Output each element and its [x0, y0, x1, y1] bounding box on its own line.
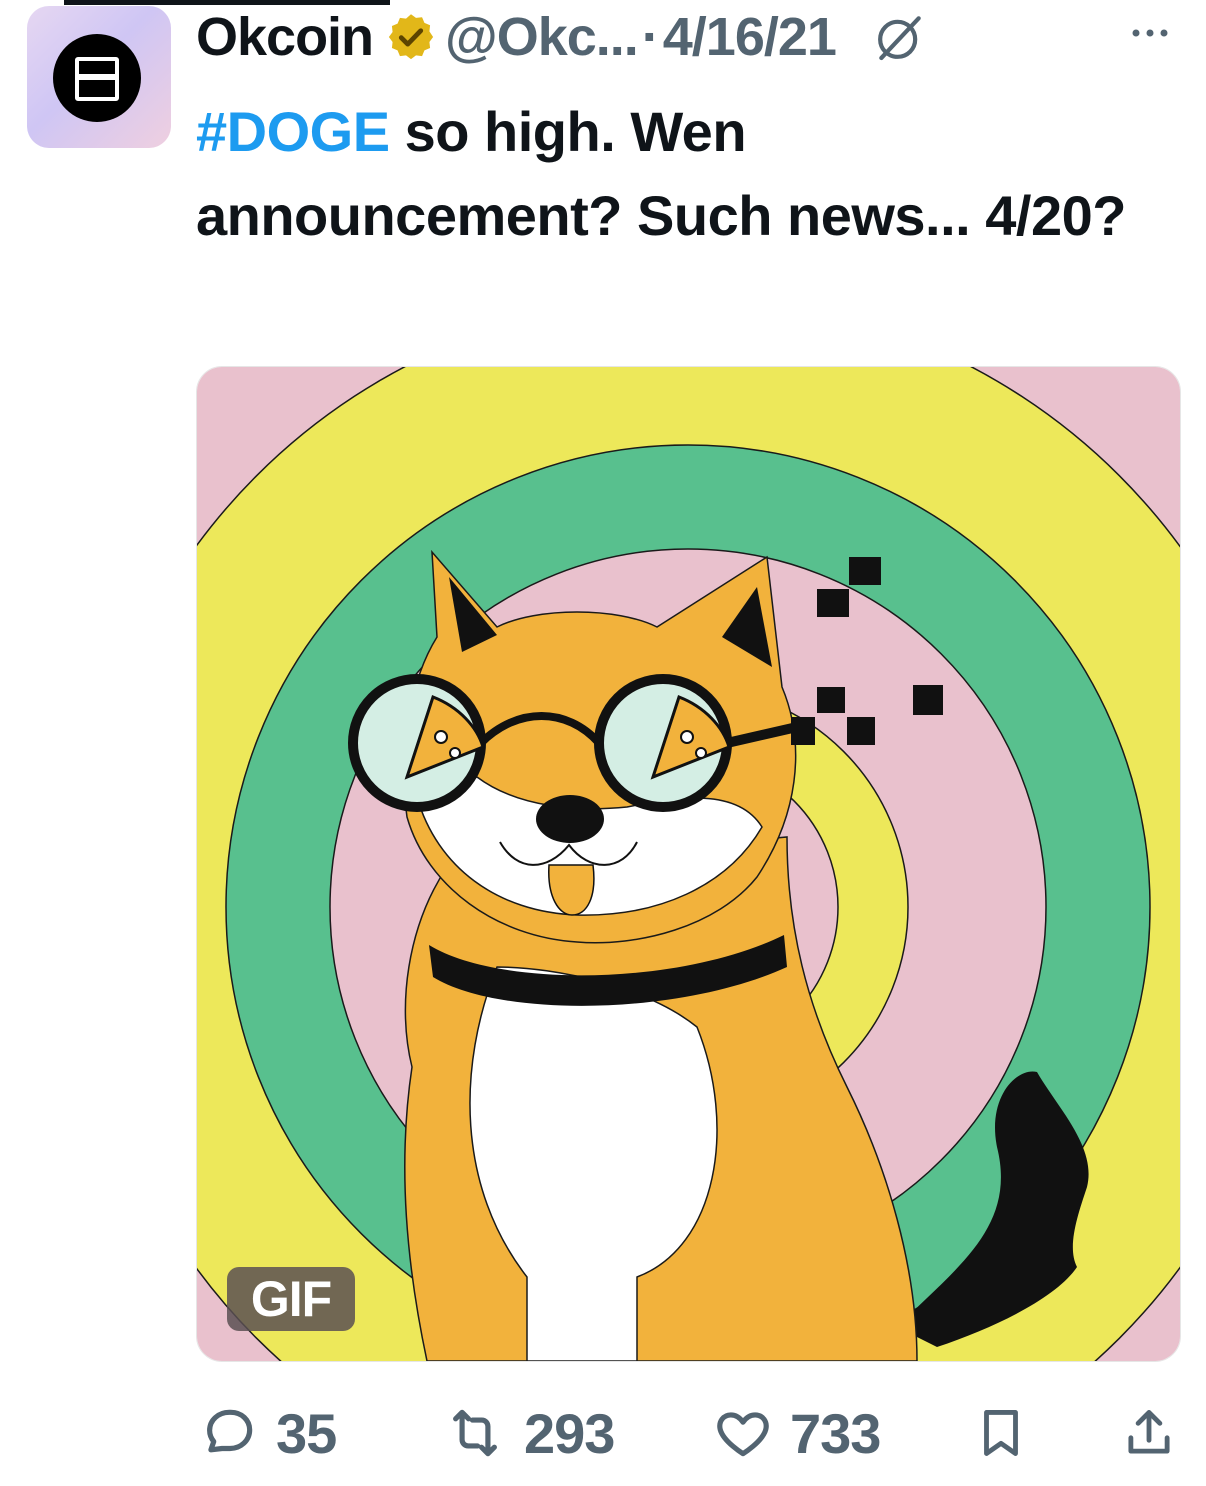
- author-name[interactable]: Okcoin: [196, 6, 374, 68]
- share-button[interactable]: [1120, 1398, 1178, 1468]
- share-icon: [1128, 1410, 1170, 1454]
- like-count: 733: [790, 1401, 881, 1465]
- okcoin-logo: [53, 34, 141, 122]
- repost-count: 293: [524, 1401, 615, 1465]
- reply-button[interactable]: 35: [196, 1398, 337, 1468]
- tweet-media-gif[interactable]: GIF: [196, 366, 1181, 1362]
- repost-button[interactable]: 293: [440, 1398, 615, 1468]
- tweet-header: Okcoin @Okc... · 4/16/21: [196, 4, 928, 70]
- tweet-date[interactable]: 4/16/21: [663, 6, 837, 68]
- like-button[interactable]: 733: [710, 1398, 881, 1468]
- separator-dot: ·: [641, 7, 660, 67]
- doge-illustration: [197, 367, 1180, 1361]
- bookmark-button[interactable]: [972, 1398, 1030, 1468]
- like-icon: [717, 1412, 769, 1457]
- repost-icon: [453, 1409, 497, 1457]
- gif-badge: GIF: [227, 1267, 355, 1331]
- grok-icon[interactable]: [872, 9, 928, 65]
- reply-count: 35: [276, 1401, 337, 1465]
- reply-icon: [207, 1409, 253, 1453]
- bookmark-icon: [984, 1410, 1018, 1456]
- more-icon[interactable]: [1128, 18, 1172, 48]
- author-handle[interactable]: @Okc...: [445, 6, 639, 68]
- hashtag-link[interactable]: #DOGE: [196, 100, 390, 163]
- tweet-text: #DOGE so high. Wen announcement? Such ne…: [196, 90, 1156, 258]
- avatar[interactable]: [27, 6, 171, 148]
- action-bar: 35 293 733: [196, 1398, 1176, 1468]
- verified-badge-icon[interactable]: [385, 11, 437, 63]
